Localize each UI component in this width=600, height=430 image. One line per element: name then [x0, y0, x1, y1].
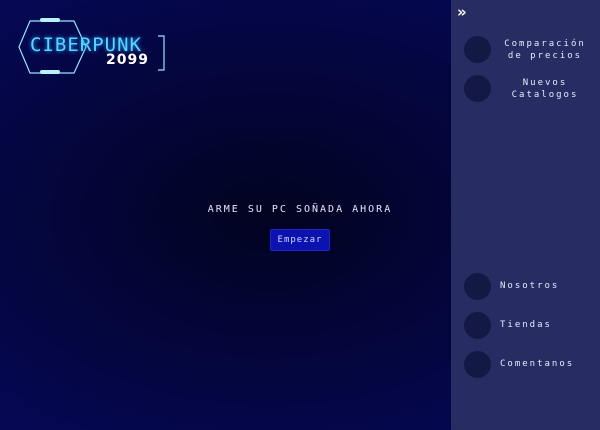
start-button[interactable]: Empezar [269, 229, 331, 251]
double-chevron-right-icon[interactable]: » [457, 4, 467, 20]
nav-item-circle-icon [464, 312, 491, 339]
sidebar: » Comparación de precios Nuevos Catalogo… [451, 0, 600, 430]
nav-item-circle-icon [464, 351, 491, 378]
nav-item-label: Comparación de precios [504, 39, 586, 61]
nav-item-label: Tiendas [500, 320, 552, 330]
nav-item-new-catalogs[interactable]: Nuevos Catalogos [464, 74, 600, 102]
nav-item-contact[interactable]: Comentanos [464, 350, 600, 378]
nav-item-label: Nuevos Catalogos [511, 78, 579, 100]
nav-item-price-comparison[interactable]: Comparación de precios [464, 35, 600, 63]
nav-item-label: Nosotros [500, 281, 560, 291]
logo-year: 2099 [106, 52, 149, 68]
logo: CIBERPUNK 2099 [18, 18, 168, 76]
nav-item-circle-icon [464, 36, 491, 63]
nav-item-label: Comentanos [500, 359, 575, 369]
nav-item-about-us[interactable]: Nosotros [464, 272, 600, 300]
nav-item-stores[interactable]: Tiendas [464, 311, 600, 339]
hero: ARME SU PC SOÑADA AHORA Empezar [150, 204, 450, 251]
nav-item-circle-icon [464, 75, 491, 102]
nav-item-circle-icon [464, 273, 491, 300]
hero-title: ARME SU PC SOÑADA AHORA [207, 204, 393, 215]
